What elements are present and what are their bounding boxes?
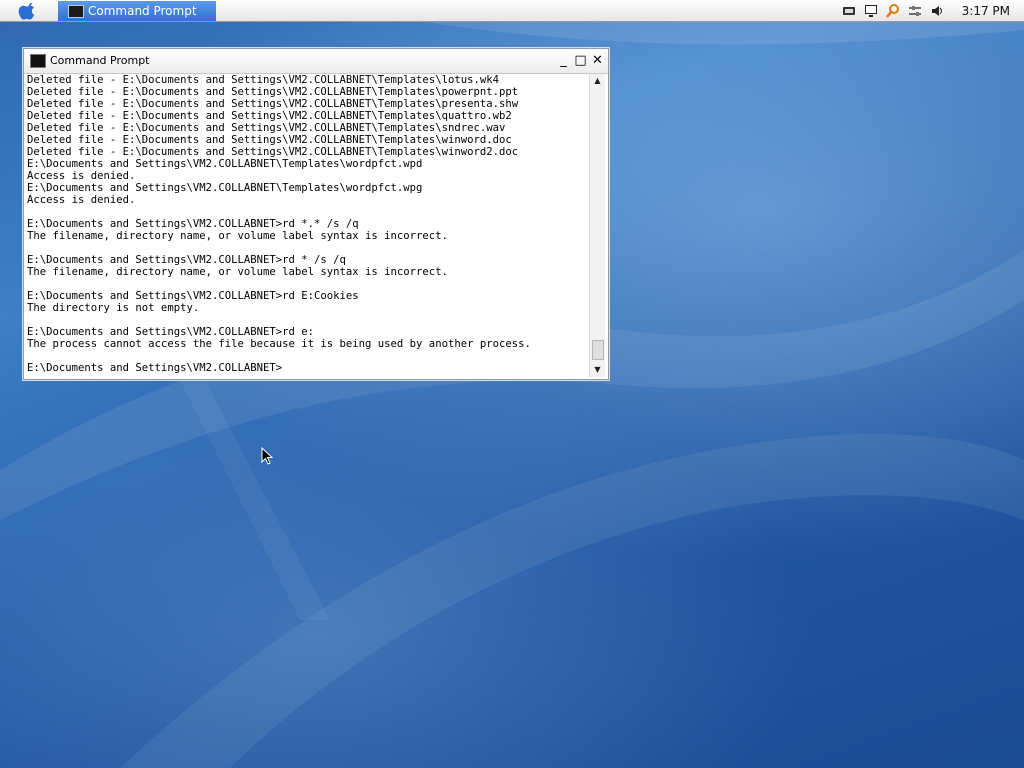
terminal-line: E:\Documents and Settings\VM2.COLLABNET\… [27,158,423,170]
maximize-button[interactable]: □ [574,54,587,67]
scroll-thumb[interactable] [592,340,604,360]
window-title: Command Prompt [50,54,150,67]
taskbar-item-command-prompt[interactable]: Command Prompt [58,1,216,21]
terminal-line: Deleted file - E:\Documents and Settings… [27,134,512,146]
terminal-output[interactable]: Deleted file - E:\Documents and Settings… [27,74,587,377]
minimize-button[interactable]: _ [557,54,570,67]
terminal-icon [30,54,46,68]
taskbar-item-label: Command Prompt [88,4,197,18]
terminal-line: The directory is not empty. [27,302,200,314]
terminal-icon [68,5,84,18]
command-prompt-window: Command Prompt _ □ ✕ Deleted file - E:\D… [23,48,609,380]
window-titlebar[interactable]: Command Prompt _ □ ✕ [24,49,608,74]
scroll-up-arrow-icon[interactable]: ▲ [590,74,605,88]
terminal-line: Deleted file - E:\Documents and Settings… [27,86,519,98]
vertical-scrollbar[interactable]: ▲ ▼ [589,74,605,377]
terminal-line: The filename, directory name, or volume … [27,230,448,242]
terminal-line: E:\Documents and Settings\VM2.COLLABNET>… [27,254,346,266]
apple-icon[interactable] [18,2,38,20]
close-button[interactable]: ✕ [591,54,604,67]
monitor-icon[interactable] [864,3,878,17]
terminal-line: Deleted file - E:\Documents and Settings… [27,98,519,110]
mouse-pointer-icon [261,447,274,465]
scroll-down-arrow-icon[interactable]: ▼ [590,363,605,377]
terminal-line: The filename, directory name, or volume … [27,266,448,278]
terminal-line: E:\Documents and Settings\VM2.COLLABNET>… [27,218,359,230]
top-panel: Command Prompt 3:17 PM [0,0,1024,22]
volume-icon[interactable] [930,3,944,17]
clock[interactable]: 3:17 PM [962,0,1010,22]
terminal-line: Deleted file - E:\Documents and Settings… [27,74,499,86]
terminal-line: Deleted file - E:\Documents and Settings… [27,146,519,158]
search-icon[interactable] [885,3,900,18]
system-tray [839,3,944,19]
terminal-line: Deleted file - E:\Documents and Settings… [27,122,506,134]
terminal-line: E:\Documents and Settings\VM2.COLLABNET>… [27,290,359,302]
terminal-line: E:\Documents and Settings\VM2.COLLABNET\… [27,182,423,194]
terminal-line: Access is denied. [27,170,136,182]
terminal-line: Access is denied. [27,194,136,206]
terminal-line: E:\Documents and Settings\VM2.COLLABNET> [27,362,283,374]
terminal-line: E:\Documents and Settings\VM2.COLLABNET>… [27,326,315,338]
terminal-line: Deleted file - E:\Documents and Settings… [27,110,512,122]
settings-icon[interactable] [908,3,922,17]
display-icon[interactable] [842,3,856,17]
terminal-line: The process cannot access the file becau… [27,338,531,350]
